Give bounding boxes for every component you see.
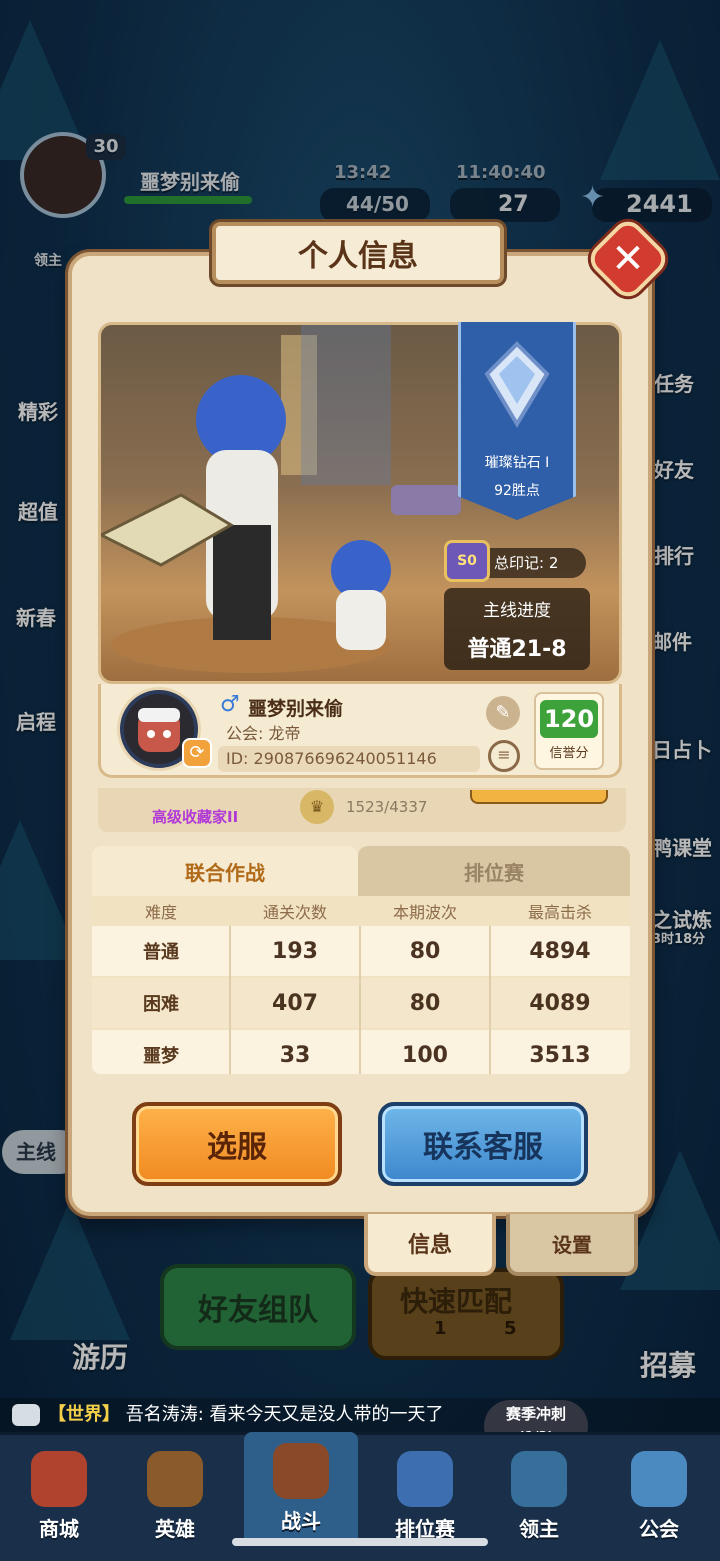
mainline-label: 主线进度 bbox=[483, 601, 551, 621]
stats-tabs: 联合作战 排位赛 bbox=[92, 846, 630, 896]
nav-heroes[interactable]: 英雄 bbox=[116, 1440, 234, 1550]
column-divider bbox=[229, 926, 231, 1074]
header-kills: 最高击杀 bbox=[527, 903, 592, 922]
nav-shop-label: 商城 bbox=[39, 1517, 79, 1541]
header-difficulty: 难度 bbox=[144, 903, 177, 922]
lord-icon bbox=[511, 1451, 567, 1507]
total-marks-text: 总印记: 2 bbox=[494, 554, 559, 572]
male-icon: ♂ bbox=[220, 692, 240, 717]
nav-heroes-label: 英雄 bbox=[155, 1517, 195, 1541]
details-icon[interactable]: ≡ bbox=[488, 740, 520, 772]
mainline-progress: 主线进度 普通21-8 bbox=[444, 588, 590, 670]
header-clears: 通关次数 bbox=[262, 903, 327, 922]
mark-badge-icon[interactable]: S0 bbox=[444, 540, 490, 582]
cell-difficulty: 噩梦 bbox=[143, 1046, 179, 1067]
cell-kills: 3513 bbox=[529, 1042, 591, 1068]
column-divider bbox=[359, 926, 361, 1074]
cell-waves: 80 bbox=[409, 990, 441, 1016]
collector-title: 高级收藏家II bbox=[152, 808, 239, 826]
contact-support-button[interactable]: 联系客服 bbox=[378, 1102, 588, 1186]
change-avatar-icon[interactable]: ⟳ bbox=[182, 738, 212, 768]
cell-waves: 80 bbox=[409, 938, 441, 964]
diamond-rank-icon bbox=[484, 341, 550, 428]
rank-name: 璀璨钻石 I bbox=[484, 455, 550, 471]
chat-icon bbox=[12, 1404, 40, 1426]
modal-title: 个人信息 bbox=[212, 222, 504, 284]
player-id[interactable]: ID: 290876696240051146 bbox=[218, 746, 480, 772]
mainline-value: 普通21-8 bbox=[467, 637, 567, 662]
collection-progress: 1523/4337 bbox=[346, 798, 428, 816]
cell-difficulty: 困难 bbox=[143, 994, 179, 1015]
nav-guild[interactable]: 公会 bbox=[600, 1440, 718, 1550]
tab-coop[interactable]: 联合作战 bbox=[92, 846, 358, 896]
nav-shop[interactable]: 商城 bbox=[0, 1440, 118, 1550]
tab-ranked[interactable]: 排位赛 bbox=[358, 846, 630, 896]
profile-name: 噩梦别来偷 bbox=[248, 698, 344, 720]
cell-clears: 193 bbox=[272, 938, 318, 964]
shop-icon bbox=[31, 1451, 87, 1507]
edit-signature-icon[interactable]: ✎ bbox=[486, 696, 520, 730]
ranked-icon bbox=[397, 1451, 453, 1507]
column-divider bbox=[489, 926, 491, 1074]
home-indicator bbox=[232, 1538, 488, 1546]
table-row: 噩梦 33 100 3513 bbox=[92, 1030, 630, 1074]
battle-icon bbox=[273, 1443, 329, 1499]
chat-channel: 【世界】 bbox=[48, 1404, 120, 1425]
tab-info[interactable]: 信息 bbox=[364, 1214, 496, 1276]
cell-clears: 33 bbox=[279, 1042, 311, 1068]
credit-value: 120 bbox=[540, 700, 598, 738]
nav-lord[interactable]: 领主 bbox=[480, 1440, 598, 1550]
nav-battle-label: 战斗 bbox=[281, 1509, 321, 1533]
rank-points: 92胜点 bbox=[494, 483, 540, 499]
season-sprint-label: 赛季冲刺 bbox=[505, 1405, 566, 1423]
stats-table: 难度 通关次数 本期波次 最高击杀 普通 193 80 4894 困难 407 … bbox=[92, 896, 630, 1074]
close-icon[interactable]: ✕ bbox=[597, 228, 659, 290]
chat-message: 吾名涛涛: 看来今天又是没人带的一天了 bbox=[125, 1404, 444, 1425]
cell-difficulty: 普通 bbox=[143, 942, 179, 963]
collection-button[interactable] bbox=[470, 790, 608, 804]
guild-icon bbox=[631, 1451, 687, 1507]
table-row: 困难 407 80 4089 bbox=[92, 978, 630, 1028]
select-server-button[interactable]: 选服 bbox=[132, 1102, 342, 1186]
trophy-icon: ♛ bbox=[300, 790, 334, 824]
nav-battle[interactable]: 战斗 bbox=[244, 1432, 358, 1542]
heroes-icon bbox=[147, 1451, 203, 1507]
credit-label: 信誉分 bbox=[549, 746, 589, 761]
nav-ranked[interactable]: 排位赛 bbox=[366, 1440, 484, 1550]
cell-kills: 4089 bbox=[529, 990, 591, 1016]
tab-settings[interactable]: 设置 bbox=[506, 1214, 638, 1276]
cell-waves: 100 bbox=[402, 1042, 448, 1068]
header-waves: 本期波次 bbox=[392, 903, 457, 922]
world-chat[interactable]: 【世界】 吾名涛涛: 看来今天又是没人带的一天了 bbox=[0, 1398, 720, 1432]
table-row: 普通 193 80 4894 bbox=[92, 926, 630, 976]
credit-score[interactable]: 120 信誉分 bbox=[534, 692, 604, 770]
nav-guild-label: 公会 bbox=[639, 1517, 679, 1541]
cell-clears: 407 bbox=[272, 990, 318, 1016]
nav-lord-label: 领主 bbox=[519, 1517, 559, 1541]
guild-name: 公会: 龙帝 bbox=[226, 724, 301, 743]
cell-kills: 4894 bbox=[529, 938, 591, 964]
